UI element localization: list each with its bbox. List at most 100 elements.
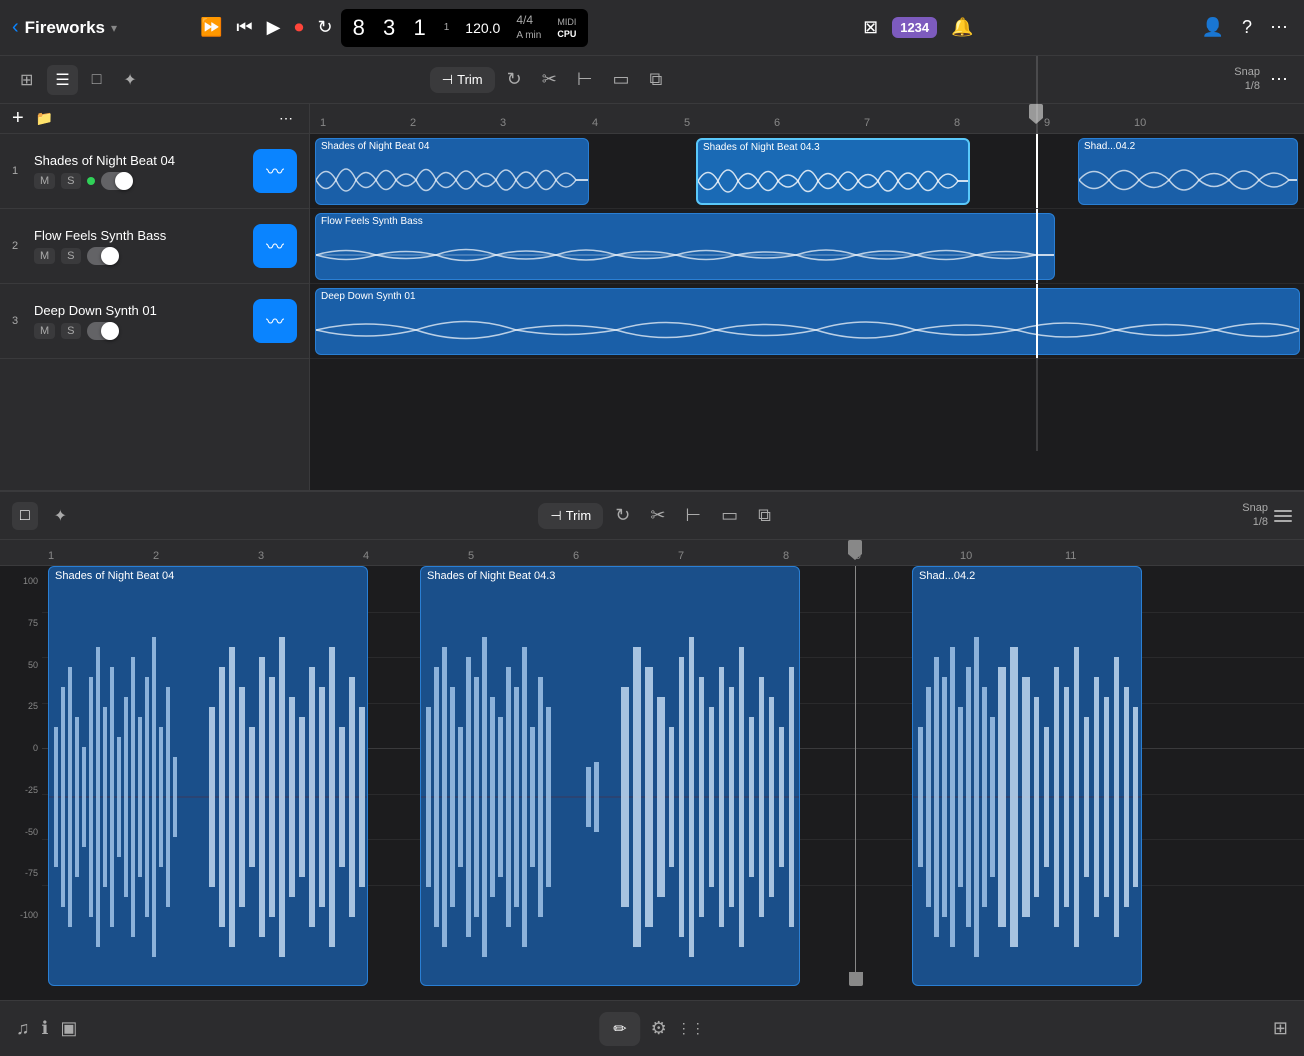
time-display[interactable]: 8 3 1 1 120.0 4/4 A min MIDI CPU (341, 9, 589, 47)
detail-loop-button[interactable]: ↻ (607, 500, 638, 531)
detail-toolbar-center: ⊣ Trim ↻ ✂ ⊢ ▭ ⧉ (81, 500, 1236, 531)
ruler-mark-9: 9 (1044, 117, 1050, 129)
header: ‹ Fireworks ▾ ⏩ ⏮ ▶ ⏺ ↻ 8 3 1 1 120.0 4/… (0, 0, 1304, 56)
track-folder-button[interactable]: 📁 (32, 106, 57, 131)
detail-pin-button[interactable]: ✦ (46, 501, 75, 531)
record-button[interactable]: ⏺ (294, 17, 303, 38)
track-name-2: Flow Feels Synth Bass (34, 228, 245, 243)
detail-waveform-2 (421, 587, 800, 986)
mute-button-1[interactable]: M (34, 173, 55, 189)
detail-trim-icon: ⊣ (550, 508, 561, 524)
audio-clip-1-2[interactable]: Shades of Night Beat 04.3 (696, 138, 970, 205)
help-button[interactable]: ? (1238, 13, 1256, 42)
trim-icon: ⊣ (442, 72, 453, 88)
ruler-mark-4: 4 (592, 117, 598, 129)
list-view-button[interactable]: ☰ (47, 65, 77, 95)
volume-knob-2[interactable] (87, 247, 119, 265)
detail-select-button[interactable]: ▭ (713, 500, 746, 531)
volume-knob-3[interactable] (87, 322, 119, 340)
y-label-100: 100 (4, 576, 38, 586)
detail-copy-button[interactable]: ⧉ (750, 500, 779, 531)
volume-knob-1[interactable] (101, 172, 133, 190)
track-thumb-3[interactable]: 〰 (253, 299, 297, 343)
skip-back-button[interactable]: ⏮ (236, 17, 252, 38)
detail-scissors-button[interactable]: ✂ (642, 500, 673, 531)
account-button[interactable]: 👤 (1198, 13, 1228, 42)
panel-button[interactable]: ▣ (60, 1018, 77, 1039)
y-axis: 100 75 50 25 0 -25 -50 -75 -100 (0, 566, 42, 930)
audio-clip-1-3[interactable]: Shad...04.2 (1078, 138, 1298, 205)
loop-button[interactable]: ↻ (317, 17, 332, 38)
fast-forward-button[interactable]: ⏩ (200, 17, 222, 38)
header-right: ⊠ 1234 🔔 👤 ? ⋯ (859, 13, 1292, 42)
key-badge[interactable]: 1234 (892, 17, 937, 38)
select-button[interactable]: ▭ (605, 64, 638, 95)
audio-clip-3-1[interactable]: Deep Down Synth 01 (315, 288, 1300, 355)
eq-button[interactable]: ⋮⋮ (677, 1020, 705, 1037)
more-options-button[interactable]: ⋯ (1266, 13, 1292, 42)
detail-toolbar: □ ✦ ⊣ Trim ↻ ✂ ⊢ ▭ ⧉ Snap 1/8 (0, 492, 1304, 540)
track-thumb-1[interactable]: 〰 (253, 149, 297, 193)
metronome-button[interactable]: 🔔 (947, 13, 977, 42)
y-label-0: 0 (4, 743, 38, 753)
loop-tool-button[interactable]: ↻ (499, 64, 530, 95)
solo-button-3[interactable]: S (61, 323, 80, 339)
detail-ruler[interactable]: 1 2 3 4 5 6 7 8 9 10 11 (0, 540, 1304, 566)
settings-button[interactable]: ⚙ (651, 1018, 667, 1039)
detail-window-button[interactable]: □ (12, 502, 38, 530)
track-controls-3: M S (34, 322, 245, 340)
toolbar-left: ⊞ ☰ □ ✦ (12, 65, 145, 95)
grid-view-button[interactable]: ⊞ (12, 65, 41, 95)
audio-clip-2-1[interactable]: Flow Feels Synth Bass (315, 213, 1055, 280)
window-view-button[interactable]: □ (84, 66, 110, 94)
library-button[interactable]: ♫ (16, 1018, 30, 1039)
detail-waveform-area[interactable]: 100 75 50 25 0 -25 -50 -75 -100 Shades o… (0, 566, 1304, 986)
play-button[interactable]: ▶ (267, 17, 281, 38)
snap-text: Snap (1234, 66, 1260, 79)
clip-label-2-1: Flow Feels Synth Bass (316, 214, 1054, 229)
midi-cpu-display: MIDI CPU (557, 17, 576, 39)
trim-button[interactable]: ⊣ Trim (430, 67, 495, 93)
project-dropdown-icon[interactable]: ▾ (111, 21, 117, 35)
track-thumb-2[interactable]: 〰 (253, 224, 297, 268)
track-more-button[interactable]: ⋯ (275, 106, 297, 131)
record-settings-button[interactable]: ⊠ (859, 13, 882, 42)
split-button[interactable]: ⊢ (569, 64, 601, 95)
detail-trim-button[interactable]: ⊣ Trim (538, 503, 603, 529)
mixer-button[interactable]: ⊞ (1273, 1018, 1288, 1039)
info-button[interactable]: ℹ (42, 1018, 49, 1039)
pencil-button[interactable]: ✏ (599, 1012, 640, 1046)
track-info-1: Shades of Night Beat 04 M S (34, 153, 245, 190)
add-track-button[interactable]: + (12, 107, 24, 130)
track-controls-2: M S (34, 247, 245, 265)
timeline-area: 1 2 3 4 5 6 7 8 9 10 Shades of Night Bea… (310, 104, 1304, 490)
track-lane-3[interactable]: Deep Down Synth 01 (310, 284, 1304, 359)
copy-button[interactable]: ⧉ (642, 64, 671, 95)
y-label-n100: -100 (4, 910, 38, 920)
track-lane-1[interactable]: Shades of Night Beat 04 Shades of Night … (310, 134, 1304, 209)
timeline-ruler[interactable]: 1 2 3 4 5 6 7 8 9 10 (310, 104, 1304, 134)
detail-clip-1[interactable]: Shades of Night Beat 04 (48, 566, 368, 986)
mute-button-2[interactable]: M (34, 248, 55, 264)
track-header-top: + 📁 ⋯ (0, 104, 309, 134)
ruler-mark-8: 8 (954, 117, 960, 129)
track-controls-1: M S (34, 172, 245, 190)
track-number-2: 2 (12, 240, 26, 252)
back-button[interactable]: ‹ (12, 16, 19, 39)
track-lane-2[interactable]: Flow Feels Synth Bass (310, 209, 1304, 284)
scissors-button[interactable]: ✂ (534, 64, 565, 95)
pin-button[interactable]: ✦ (115, 65, 144, 95)
solo-button-1[interactable]: S (61, 173, 80, 189)
detail-clip-2[interactable]: Shades of Night Beat 04.3 (420, 566, 800, 986)
detail-clip-3[interactable]: Shad...04.2 (912, 566, 1142, 986)
track-headers: + 📁 ⋯ 1 Shades of Night Beat 04 M S (0, 104, 310, 490)
detail-split-button[interactable]: ⊢ (677, 500, 709, 531)
detail-clip-label-3: Shad...04.2 (913, 567, 1141, 585)
track-header-2: 2 Flow Feels Synth Bass M S 〰 (0, 209, 309, 284)
more-toolbar-button[interactable]: ⋯ (1266, 65, 1292, 94)
hamburger-icon[interactable] (1274, 510, 1292, 522)
playhead-line-3 (1036, 284, 1038, 358)
solo-button-2[interactable]: S (61, 248, 80, 264)
audio-clip-1-1[interactable]: Shades of Night Beat 04 (315, 138, 589, 205)
mute-button-3[interactable]: M (34, 323, 55, 339)
